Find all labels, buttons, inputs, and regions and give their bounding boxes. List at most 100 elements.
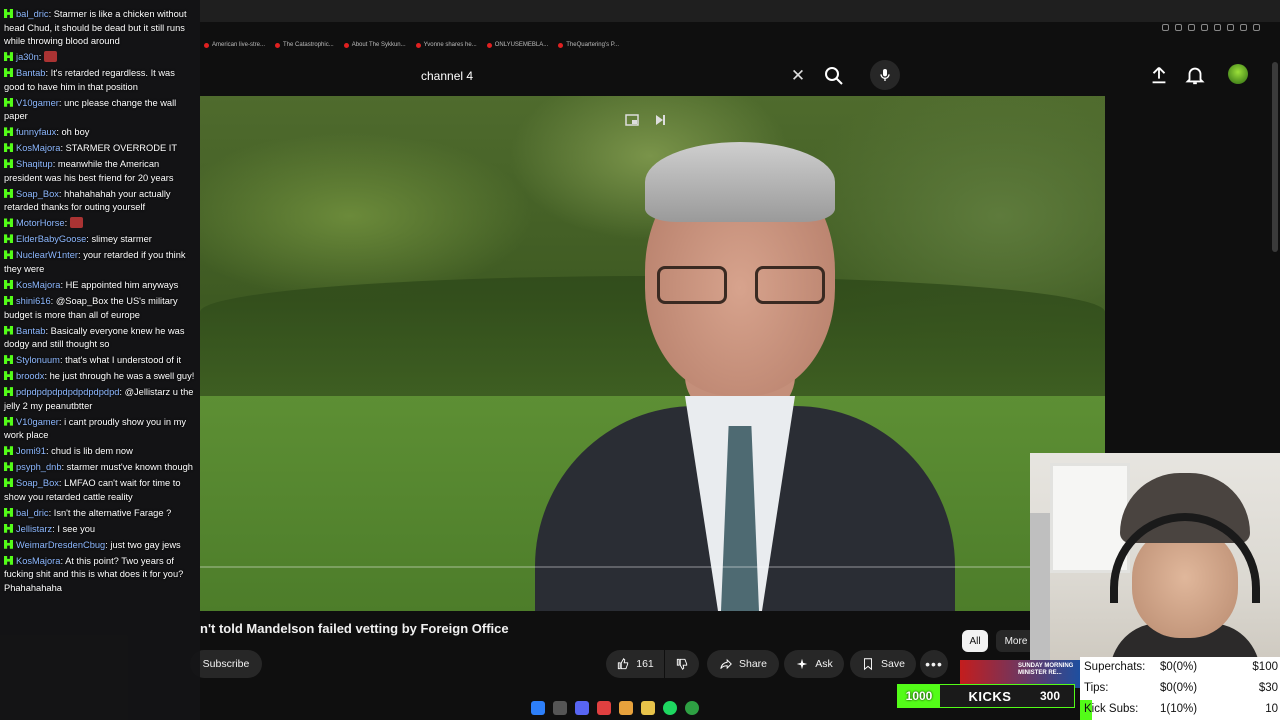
stat-label: Kick Subs:	[1084, 703, 1139, 715]
subscribe-button[interactable]: Subscribe	[190, 650, 262, 678]
chat-message: bal_dric: Starmer is like a chicken with…	[4, 9, 187, 47]
sparkle-icon	[796, 658, 808, 670]
browser-tab-strip	[200, 0, 1280, 22]
chat-username[interactable]: bal_dric	[16, 9, 49, 19]
emote-icon	[43, 51, 57, 63]
dislike-button[interactable]	[665, 650, 699, 678]
chat-username[interactable]: Shaqitup	[16, 159, 53, 169]
stat-goal: 10	[1265, 703, 1278, 715]
chat-username[interactable]: ElderBabyGoose	[16, 234, 86, 244]
chat-username[interactable]: Stylonuum	[16, 355, 60, 365]
stat-label: Tips:	[1084, 682, 1109, 694]
chat-username[interactable]: WeimarDresdenCbug	[16, 540, 105, 550]
extension-icon[interactable]	[1175, 24, 1182, 31]
miniplayer-icon[interactable]	[624, 112, 640, 128]
mic-icon[interactable]	[870, 60, 900, 90]
save-button[interactable]: Save	[850, 650, 916, 678]
chrome-icon[interactable]	[619, 701, 633, 715]
extension-icon[interactable]	[1227, 24, 1234, 31]
chip-all[interactable]: All	[962, 630, 988, 652]
extension-icon[interactable]	[1188, 24, 1195, 31]
upload-icon[interactable]	[1148, 64, 1170, 86]
bookmark-item[interactable]: ONLYUSEMEBLA...	[486, 42, 548, 48]
bookmark-item[interactable]: About The Sykkun...	[343, 42, 406, 48]
share-button[interactable]: Share	[707, 650, 779, 678]
chat-username[interactable]: bal_dric	[16, 508, 49, 518]
next-icon[interactable]	[652, 112, 668, 128]
chat-username[interactable]: Bantab	[16, 68, 45, 78]
chat-text: that's what I understood of it	[65, 355, 182, 366]
chat-message: V10gamer: unc please change the wall pap…	[4, 97, 177, 122]
chat-username[interactable]: NuclearW1nter	[16, 250, 78, 260]
video-progress-bar[interactable]	[200, 566, 1105, 568]
stat-goal: $30	[1258, 682, 1278, 694]
search-input[interactable]: channel 4	[405, 60, 815, 92]
chat-message: WeimarDresdenCbug: just two gay jews	[4, 539, 196, 553]
chat-username[interactable]: psyph_dnb	[16, 462, 62, 472]
app-icon[interactable]	[597, 701, 611, 715]
video-player[interactable]	[200, 96, 1105, 611]
extension-icon[interactable]	[1214, 24, 1221, 31]
chat-username[interactable]: Jellistarz	[16, 524, 52, 534]
discord-icon[interactable]	[575, 701, 589, 715]
page-scrollbar[interactable]	[1272, 62, 1278, 252]
more-actions-button[interactable]: •••	[920, 650, 948, 678]
extension-icon[interactable]	[1162, 24, 1169, 31]
close-icon[interactable]: ✕	[788, 66, 808, 86]
chat-username[interactable]: KosMajora	[16, 556, 60, 566]
chat-message: V10gamer: i cant proudly show you in my …	[4, 416, 187, 441]
bookmark-icon	[864, 658, 872, 671]
chat-username[interactable]: Jomi91	[16, 446, 46, 456]
chat-username[interactable]: pdpdpdpdpdpdpdpdpdpd	[16, 387, 119, 397]
like-button[interactable]: 161	[606, 650, 664, 678]
extension-icon[interactable]	[1253, 24, 1260, 31]
chat-text: he just through he was a swell guy!	[49, 371, 195, 382]
chat-username[interactable]: Soap_Box	[16, 189, 59, 199]
chat-username[interactable]: Soap_Box	[16, 478, 59, 488]
kick-badge-icon	[4, 523, 13, 533]
video-title: n't told Mandelson failed vetting by For…	[200, 621, 509, 636]
folder-icon[interactable]	[641, 701, 655, 715]
windows-start-icon[interactable]	[531, 701, 545, 715]
extension-icon[interactable]	[1201, 24, 1208, 31]
chat-username[interactable]: broodx	[16, 371, 44, 381]
chat-message: Soap_Box: LMFAO can't wait for time to s…	[4, 478, 181, 502]
chat-message: shini616: @Soap_Box the US's military bu…	[4, 295, 178, 320]
chat-message: KosMajora: HE appointed him anyways	[4, 279, 196, 293]
chat-username[interactable]: MotorHorse	[16, 218, 65, 228]
chat-username[interactable]: KosMajora	[16, 280, 60, 290]
search-taskbar-icon[interactable]	[553, 701, 567, 715]
chat-text: just two gay jews	[110, 539, 181, 550]
bookmark-item[interactable]: Yvonne shares he...	[415, 42, 477, 48]
chat-username[interactable]: V10gamer	[16, 98, 59, 108]
ask-button[interactable]: Ask	[784, 650, 844, 678]
stat-row: Kick Subs: 1(10%) 10	[1084, 699, 1280, 719]
stat-row: Superchats: $0(0%) $100	[1084, 657, 1280, 677]
bell-icon[interactable]	[1184, 64, 1206, 86]
chat-username[interactable]: ja30n	[16, 52, 39, 62]
chat-message: KosMajora: STARMER OVERRODE IT	[4, 142, 196, 156]
chat-username[interactable]: funnyfaux	[16, 127, 56, 137]
chat-username[interactable]: V10gamer	[16, 417, 59, 427]
bookmark-favicon-icon	[204, 42, 209, 48]
chat-message: Shaqitup: meanwhile the American preside…	[4, 159, 174, 183]
chat-username[interactable]: shini616	[16, 296, 51, 306]
spotify-icon[interactable]	[663, 701, 677, 715]
chat-message: Soap_Box: hhahahahah your actually retar…	[4, 188, 171, 213]
bookmarks-bar: American live-stre... The Catastrophic...…	[200, 38, 1080, 52]
video-speaker	[535, 136, 955, 611]
streamer-webcam	[1030, 453, 1280, 660]
chat-text: oh boy	[61, 127, 90, 138]
kick-badge-icon	[4, 325, 13, 335]
search-icon[interactable]	[822, 64, 846, 88]
bookmark-item[interactable]: The Catastrophic...	[275, 42, 334, 48]
extension-icon[interactable]	[1240, 24, 1247, 31]
screen: American live-stre... The Catastrophic...…	[0, 0, 1280, 720]
xbox-icon[interactable]	[685, 701, 699, 715]
chat-username[interactable]: Bantab	[16, 326, 45, 336]
extension-icons	[1162, 24, 1260, 31]
bookmark-item[interactable]: TheQuartering's P...	[558, 42, 619, 48]
chat-username[interactable]: KosMajora	[16, 143, 60, 153]
account-avatar[interactable]	[1228, 64, 1248, 84]
bookmark-item[interactable]: American live-stre...	[204, 42, 265, 48]
